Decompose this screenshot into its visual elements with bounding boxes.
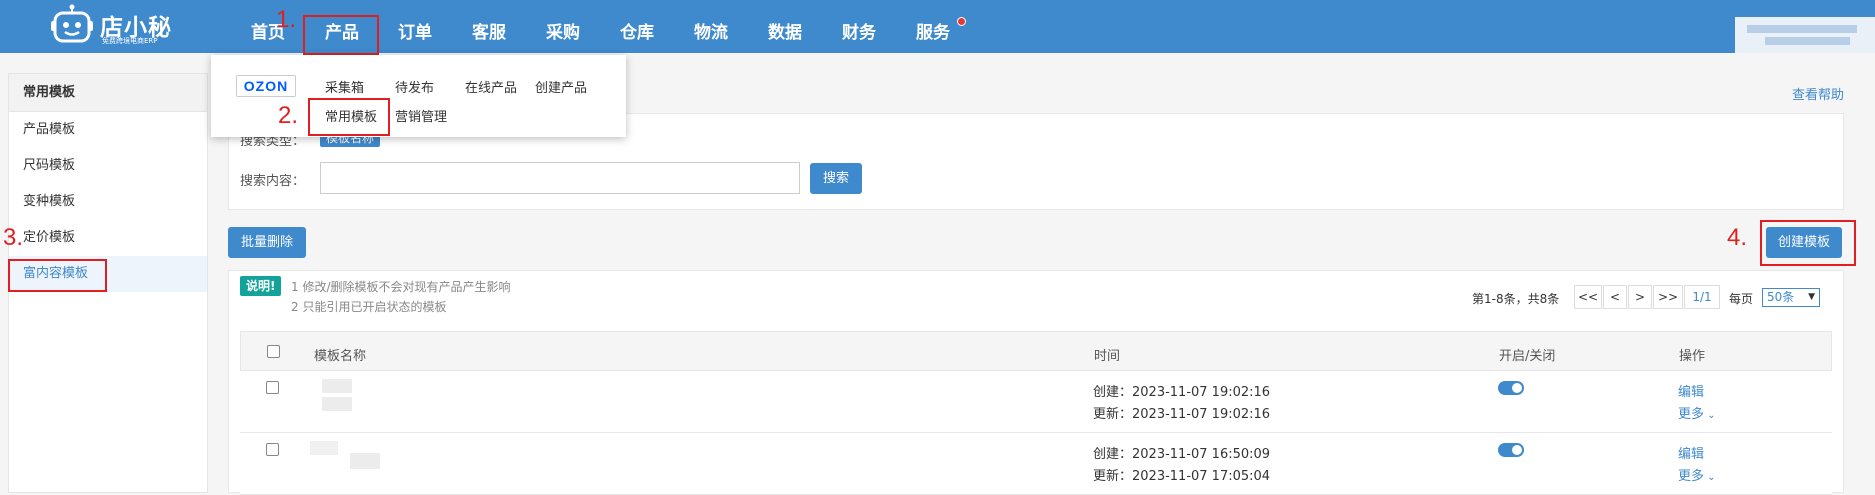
search-input[interactable] (320, 162, 800, 194)
column-header-actions: 操作 (1679, 349, 1706, 364)
created-time: 创建：2023-11-07 16:50:09 (1093, 447, 1271, 462)
nav-purchasing[interactable]: 采购 (543, 0, 583, 53)
chevron-down-icon: ⌄ (1704, 472, 1716, 483)
search-content-label: 搜索内容： (240, 174, 306, 189)
annotation-label-1: 1. (276, 6, 297, 33)
more-label: 更多 (1678, 407, 1705, 422)
annotation-label-2: 2. (278, 102, 299, 129)
per-page-value: 50条 (1767, 290, 1795, 304)
enable-toggle[interactable] (1498, 381, 1524, 395)
logo-subtitle: 免费跨境电商ERP (102, 37, 158, 45)
chevron-down-icon: ▼ (1808, 292, 1815, 302)
menu-item-collect-box[interactable]: 采集箱 (325, 77, 364, 96)
nav-customer-service[interactable]: 客服 (469, 0, 509, 53)
nav-warehouse[interactable]: 仓库 (617, 0, 657, 53)
chevron-down-icon: ⌄ (1704, 410, 1716, 421)
robot-logo-icon (51, 4, 93, 43)
pager-first-button[interactable]: << (1574, 285, 1602, 309)
help-link[interactable]: 查看帮助 (1792, 84, 1844, 103)
select-all-checkbox[interactable] (267, 345, 280, 358)
sidebar-title: 常用模板 (9, 74, 207, 112)
created-time: 创建：2023-11-07 19:02:16 (1093, 385, 1271, 400)
template-thumbnail-blurred (310, 441, 338, 455)
user-account-area[interactable] (1735, 17, 1875, 53)
sidebar-item-rich-content-template[interactable]: 富内容模板 (9, 256, 207, 292)
more-link[interactable]: 更多 ⌄ (1678, 403, 1716, 422)
pager-last-button[interactable]: >> (1653, 285, 1683, 309)
sidebar-item-size-template[interactable]: 尺码模板 (9, 148, 207, 184)
column-header-name: 模板名称 (314, 349, 367, 364)
row-checkbox[interactable] (266, 443, 279, 456)
enable-toggle[interactable] (1498, 443, 1524, 457)
nav-finance[interactable]: 财务 (839, 0, 879, 53)
products-dropdown-menu: OZON 采集箱 待发布 在线产品 创建产品 常用模板 营销管理 (211, 55, 626, 137)
column-header-time: 时间 (1094, 349, 1121, 364)
table-header: 模板名称 时间 开启/关闭 操作 (240, 331, 1832, 371)
sidebar: 常用模板 产品模板 尺码模板 变种模板 定价模板 富内容模板 (8, 73, 208, 493)
note-badge: 说明! (240, 276, 282, 296)
more-label: 更多 (1678, 469, 1705, 484)
nav-services[interactable]: 服务 (913, 0, 953, 53)
updated-time: 更新：2023-11-07 19:02:16 (1093, 407, 1271, 422)
pager-current-page: 1/1 (1684, 285, 1720, 309)
nav-orders[interactable]: 订单 (395, 0, 435, 53)
pager-summary: 第1-8条，共8条 (1472, 292, 1560, 306)
note-line-2: 2 只能引用已开启状态的模板 (291, 300, 447, 314)
annotation-label-3: 3. (3, 224, 24, 251)
search-button[interactable]: 搜索 (810, 163, 862, 194)
menu-item-marketing[interactable]: 营销管理 (395, 106, 447, 125)
updated-time: 更新：2023-11-07 17:05:04 (1093, 469, 1271, 484)
create-template-button[interactable]: 创建模板 (1766, 227, 1842, 258)
table-row: 创建：2023-11-07 19:02:16 更新：2023-11-07 19:… (240, 371, 1832, 433)
ozon-platform-logo: OZON (236, 75, 296, 97)
table-row: 创建：2023-11-07 16:50:09 更新：2023-11-07 17:… (240, 433, 1832, 495)
pager-prev-button[interactable]: < (1603, 285, 1627, 309)
pager-next-button[interactable]: > (1628, 285, 1652, 309)
more-link[interactable]: 更多 ⌄ (1678, 465, 1716, 484)
app-logo[interactable]: 店小秘 免费跨境电商ERP (50, 4, 180, 50)
template-name-blurred (350, 453, 380, 469)
sidebar-item-pricing-template[interactable]: 定价模板 (9, 220, 207, 256)
template-name-blurred (322, 397, 352, 411)
per-page-label: 每页 (1729, 292, 1754, 306)
row-checkbox[interactable] (266, 381, 279, 394)
batch-delete-button[interactable]: 批量删除 (228, 227, 306, 258)
note-line-1: 1 修改/删除模板不会对现有产品产生影响 (291, 280, 511, 294)
nav-logistics[interactable]: 物流 (691, 0, 731, 53)
per-page-select[interactable]: 50条 ▼ (1762, 288, 1820, 307)
menu-item-create-product[interactable]: 创建产品 (535, 77, 587, 96)
edit-link[interactable]: 编辑 (1678, 443, 1704, 462)
edit-link[interactable]: 编辑 (1678, 381, 1704, 400)
menu-item-pending-publish[interactable]: 待发布 (395, 77, 434, 96)
nav-products[interactable]: 产品 (322, 0, 362, 53)
sidebar-item-product-template[interactable]: 产品模板 (9, 112, 207, 148)
menu-item-common-templates[interactable]: 常用模板 (325, 106, 377, 125)
notification-dot (957, 17, 966, 26)
template-thumbnail-blurred (322, 379, 352, 393)
menu-item-online-products[interactable]: 在线产品 (465, 77, 517, 96)
sidebar-item-variant-template[interactable]: 变种模板 (9, 184, 207, 220)
column-header-toggle: 开启/关闭 (1499, 349, 1556, 364)
nav-data[interactable]: 数据 (765, 0, 805, 53)
user-info-placeholder (1765, 37, 1850, 45)
annotation-label-4: 4. (1727, 224, 1748, 251)
user-name-placeholder (1747, 25, 1857, 33)
